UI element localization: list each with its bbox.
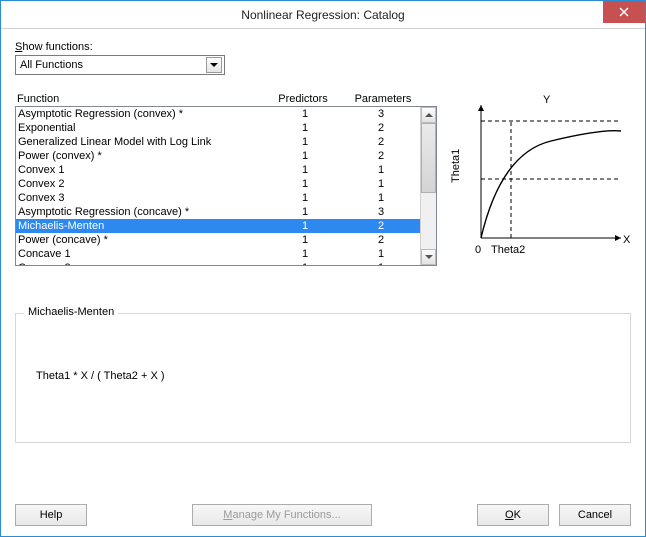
header-function: Function [17, 93, 263, 105]
plot-origin-label: 0 [475, 244, 481, 256]
scroll-track[interactable] [421, 123, 436, 249]
function-detail-group: Michaelis-Menten Theta1 * X / ( Theta2 +… [15, 313, 631, 443]
list-item-predictors: 1 [266, 205, 344, 219]
close-icon [619, 7, 629, 17]
list-item-parameters: 1 [344, 163, 418, 177]
list-item[interactable]: Michaelis-Menten12 [16, 219, 420, 233]
function-list-panel: Function Predictors Parameters Asymptoti… [15, 93, 437, 273]
scroll-up-button[interactable] [421, 107, 436, 123]
list-item[interactable]: Generalized Linear Model with Log Link12 [16, 135, 420, 149]
list-item-parameters: 2 [344, 233, 418, 247]
list-item[interactable]: Convex 311 [16, 191, 420, 205]
detail-legend: Michaelis-Menten [24, 306, 118, 318]
list-item-name: Concave 2 [18, 261, 266, 265]
plot-theta1-label: Theta1 [451, 149, 462, 183]
list-item-name: Michaelis-Menten [18, 219, 266, 233]
list-headers: Function Predictors Parameters [15, 93, 437, 106]
show-functions-label: Show functions: [15, 41, 631, 53]
ok-button[interactable]: OK [477, 504, 549, 526]
list-item-predictors: 1 [266, 247, 344, 261]
list-item-name: Concave 1 [18, 247, 266, 261]
plot-y-label: Y [543, 94, 551, 106]
header-parameters: Parameters [343, 93, 423, 105]
list-item-predictors: 1 [266, 261, 344, 265]
list-item-parameters: 3 [344, 107, 418, 121]
list-item-predictors: 1 [266, 177, 344, 191]
list-item-name: Convex 2 [18, 177, 266, 191]
plot-x-label: X [623, 234, 631, 246]
list-item-name: Convex 1 [18, 163, 266, 177]
list-item[interactable]: Asymptotic Regression (convex) *13 [16, 107, 420, 121]
list-item[interactable]: Power (convex) *12 [16, 149, 420, 163]
close-button[interactable] [603, 1, 645, 23]
list-item-parameters: 1 [344, 191, 418, 205]
chevron-down-icon [206, 57, 222, 73]
button-row: Help Manage My Functions... OK Cancel [15, 492, 631, 526]
list-item-predictors: 1 [266, 135, 344, 149]
list-item-parameters: 1 [344, 177, 418, 191]
dialog-window: Nonlinear Regression: Catalog Show funct… [0, 0, 646, 537]
list-item-name: Power (concave) * [18, 233, 266, 247]
list-item-parameters: 2 [344, 219, 418, 233]
list-item-name: Asymptotic Regression (concave) * [18, 205, 266, 219]
list-item-predictors: 1 [266, 219, 344, 233]
list-item-predictors: 1 [266, 149, 344, 163]
list-item-parameters: 1 [344, 261, 418, 265]
list-item-predictors: 1 [266, 191, 344, 205]
list-item-predictors: 1 [266, 121, 344, 135]
list-item[interactable]: Exponential12 [16, 121, 420, 135]
list-item[interactable]: Convex 111 [16, 163, 420, 177]
detail-formula: Theta1 * X / ( Theta2 + X ) [36, 370, 618, 382]
list-item-name: Generalized Linear Model with Log Link [18, 135, 266, 149]
plot-theta2-label: Theta2 [491, 244, 525, 256]
list-item[interactable]: Concave 111 [16, 247, 420, 261]
list-item-parameters: 1 [344, 247, 418, 261]
list-item[interactable]: Power (concave) *12 [16, 233, 420, 247]
list-item-parameters: 3 [344, 205, 418, 219]
list-item-predictors: 1 [266, 107, 344, 121]
scroll-thumb[interactable] [421, 123, 436, 193]
list-item[interactable]: Concave 211 [16, 261, 420, 265]
scroll-down-button[interactable] [421, 249, 436, 265]
function-listbox[interactable]: Asymptotic Regression (convex) *13Expone… [15, 106, 437, 266]
list-item[interactable]: Asymptotic Regression (concave) *13 [16, 205, 420, 219]
list-item-name: Convex 3 [18, 191, 266, 205]
help-button[interactable]: Help [15, 504, 87, 526]
list-item-name: Asymptotic Regression (convex) * [18, 107, 266, 121]
list-item-name: Power (convex) * [18, 149, 266, 163]
titlebar: Nonlinear Regression: Catalog [1, 1, 645, 29]
list-item-parameters: 2 [344, 135, 418, 149]
list-item-name: Exponential [18, 121, 266, 135]
scrollbar[interactable] [420, 107, 436, 265]
show-functions-dropdown[interactable]: All Functions [15, 55, 225, 75]
manage-functions-button[interactable]: Manage My Functions... [192, 504, 372, 526]
list-item-predictors: 1 [266, 233, 344, 247]
cancel-button[interactable]: Cancel [559, 504, 631, 526]
list-item-parameters: 2 [344, 121, 418, 135]
list-item-parameters: 2 [344, 149, 418, 163]
list-item[interactable]: Convex 211 [16, 177, 420, 191]
window-title: Nonlinear Regression: Catalog [1, 8, 645, 22]
header-predictors: Predictors [263, 93, 343, 105]
dialog-content: Show functions: All Functions Function P… [1, 29, 645, 536]
function-plot: Theta1 Y X 0 Theta2 [451, 93, 631, 273]
list-item-predictors: 1 [266, 163, 344, 177]
dropdown-selected: All Functions [20, 59, 83, 71]
